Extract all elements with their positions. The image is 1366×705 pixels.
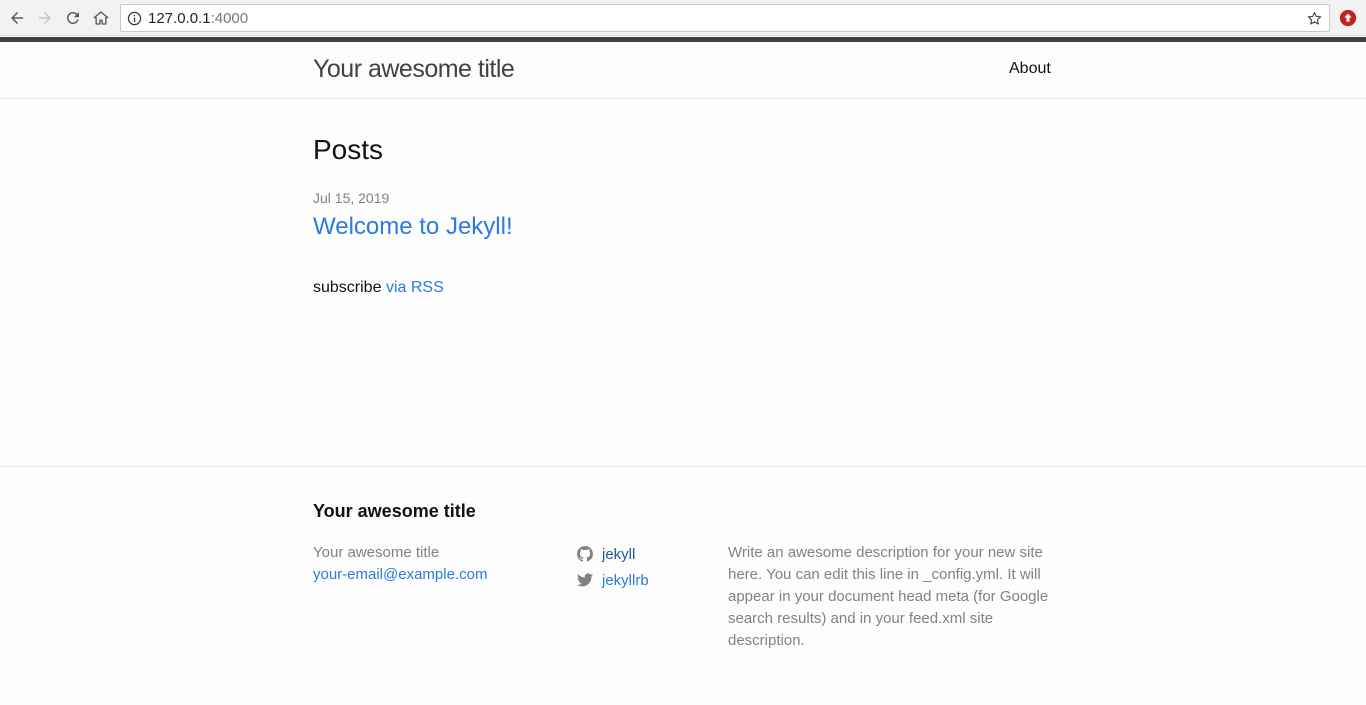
bookmark-star-icon[interactable] [1306, 10, 1323, 27]
github-link[interactable]: jekyll [602, 546, 635, 563]
site-title-link[interactable]: Your awesome title [313, 55, 515, 84]
github-icon [577, 546, 593, 562]
back-button[interactable] [5, 6, 29, 30]
extension-icon[interactable] [1339, 9, 1357, 27]
reload-button[interactable] [61, 6, 85, 30]
rss-link[interactable]: via RSS [386, 279, 444, 296]
twitter-icon [577, 573, 593, 587]
github-item: jekyll [577, 541, 649, 567]
address-bar[interactable]: 127.0.0.1:4000 [120, 4, 1330, 32]
footer-contact: Your awesome title your-email@example.co… [313, 542, 487, 586]
post-date: Jul 15, 2019 [313, 190, 390, 206]
twitter-link[interactable]: jekyllrb [602, 572, 649, 589]
nav-about-link[interactable]: About [1009, 60, 1051, 78]
posts-heading: Posts [313, 134, 384, 165]
back-arrow-icon [11, 12, 23, 24]
home-button[interactable] [89, 6, 113, 30]
post-title-link[interactable]: Welcome to Jekyll! [313, 213, 513, 241]
social-links: jekyll jekyllrb [577, 541, 649, 593]
browser-toolbar: 127.0.0.1:4000 [0, 0, 1366, 36]
footer-description: Write an awesome description for your ne… [728, 544, 1049, 649]
footer-email-link[interactable]: your-email@example.com [313, 564, 487, 586]
home-icon [93, 11, 109, 25]
info-icon[interactable] [127, 11, 142, 26]
site-header: Your awesome title About [0, 42, 1366, 99]
footer-heading: Your awesome title [313, 501, 476, 521]
url-host: 127.0.0.1 [148, 10, 211, 27]
footer-site-name: Your awesome title [313, 544, 440, 561]
rss-subscribe: subscribe via RSS [313, 279, 444, 297]
url-port: :4000 [210, 10, 249, 27]
forward-button[interactable] [33, 6, 57, 30]
url-text: 127.0.0.1:4000 [148, 10, 248, 27]
site-footer: Your awesome title Your awesome title yo… [0, 466, 1366, 705]
reload-icon [66, 11, 79, 24]
twitter-item: jekyllrb [577, 567, 649, 593]
rss-prefix: subscribe [313, 279, 382, 296]
forward-arrow-icon [39, 12, 51, 24]
